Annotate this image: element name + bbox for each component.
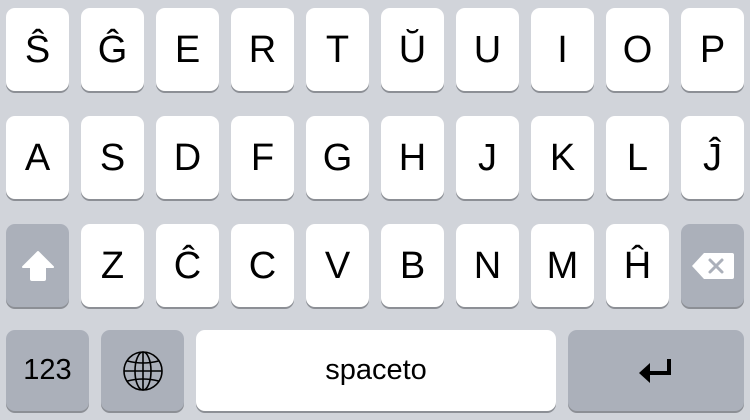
key-r[interactable]: R (231, 8, 294, 91)
key-m[interactable]: M (531, 224, 594, 307)
key-u[interactable]: U (456, 8, 519, 91)
keyboard: Ŝ Ĝ E R T Ŭ U I O P A S D F G H J K L Ĵ … (0, 0, 750, 420)
key-label: S (99, 136, 126, 179)
key-label: D (173, 136, 202, 179)
key-label: A (24, 136, 51, 179)
key-label: M (546, 244, 579, 287)
key-label: O (622, 28, 653, 71)
key-label: N (473, 244, 502, 287)
key-u-breve[interactable]: Ŭ (381, 8, 444, 91)
key-label: P (699, 28, 726, 71)
key-label: E (174, 28, 201, 71)
key-i[interactable]: I (531, 8, 594, 91)
key-a[interactable]: A (6, 116, 69, 199)
key-label: I (557, 28, 568, 71)
backspace-icon (690, 251, 736, 281)
key-label: Ĵ (703, 136, 722, 179)
key-k[interactable]: K (531, 116, 594, 199)
key-label: V (324, 244, 351, 287)
space-key-label: spaceto (325, 354, 427, 386)
key-label: G (322, 136, 353, 179)
key-g-circumflex[interactable]: Ĝ (81, 8, 144, 91)
key-h-circumflex[interactable]: Ĥ (606, 224, 669, 307)
key-label: C (248, 244, 277, 287)
key-h[interactable]: H (381, 116, 444, 199)
key-l[interactable]: L (606, 116, 669, 199)
key-label: R (248, 28, 277, 71)
numbers-key[interactable]: 123 (6, 330, 89, 411)
key-j-circumflex[interactable]: Ĵ (681, 116, 744, 199)
globe-icon (121, 349, 165, 393)
return-key[interactable] (568, 330, 744, 411)
globe-key[interactable] (101, 330, 184, 411)
key-s-circumflex[interactable]: Ŝ (6, 8, 69, 91)
key-c-circumflex[interactable]: Ĉ (156, 224, 219, 307)
shift-key[interactable] (6, 224, 69, 307)
key-o[interactable]: O (606, 8, 669, 91)
key-label: J (478, 136, 497, 179)
key-label: F (250, 136, 275, 179)
key-label: B (399, 244, 426, 287)
shift-arrow-icon (20, 249, 56, 283)
return-arrow-icon (636, 357, 676, 385)
key-t[interactable]: T (306, 8, 369, 91)
delete-key[interactable] (681, 224, 744, 307)
key-label: Ĥ (623, 244, 652, 287)
key-label: L (626, 136, 649, 179)
key-label: Ŝ (24, 28, 51, 71)
key-v[interactable]: V (306, 224, 369, 307)
key-e[interactable]: E (156, 8, 219, 91)
key-d[interactable]: D (156, 116, 219, 199)
key-b[interactable]: B (381, 224, 444, 307)
key-label: U (473, 28, 502, 71)
key-p[interactable]: P (681, 8, 744, 91)
space-key[interactable]: spaceto (196, 330, 556, 411)
key-label: H (398, 136, 427, 179)
key-label: K (549, 136, 576, 179)
key-label: Z (100, 244, 125, 287)
key-j[interactable]: J (456, 116, 519, 199)
key-n[interactable]: N (456, 224, 519, 307)
key-label: Ĝ (97, 28, 128, 71)
key-label: Ĉ (173, 244, 202, 287)
key-c[interactable]: C (231, 224, 294, 307)
key-label: T (325, 28, 350, 71)
key-z[interactable]: Z (81, 224, 144, 307)
key-label: Ŭ (398, 28, 427, 71)
numbers-key-label: 123 (23, 354, 72, 386)
key-f[interactable]: F (231, 116, 294, 199)
key-s[interactable]: S (81, 116, 144, 199)
key-g[interactable]: G (306, 116, 369, 199)
